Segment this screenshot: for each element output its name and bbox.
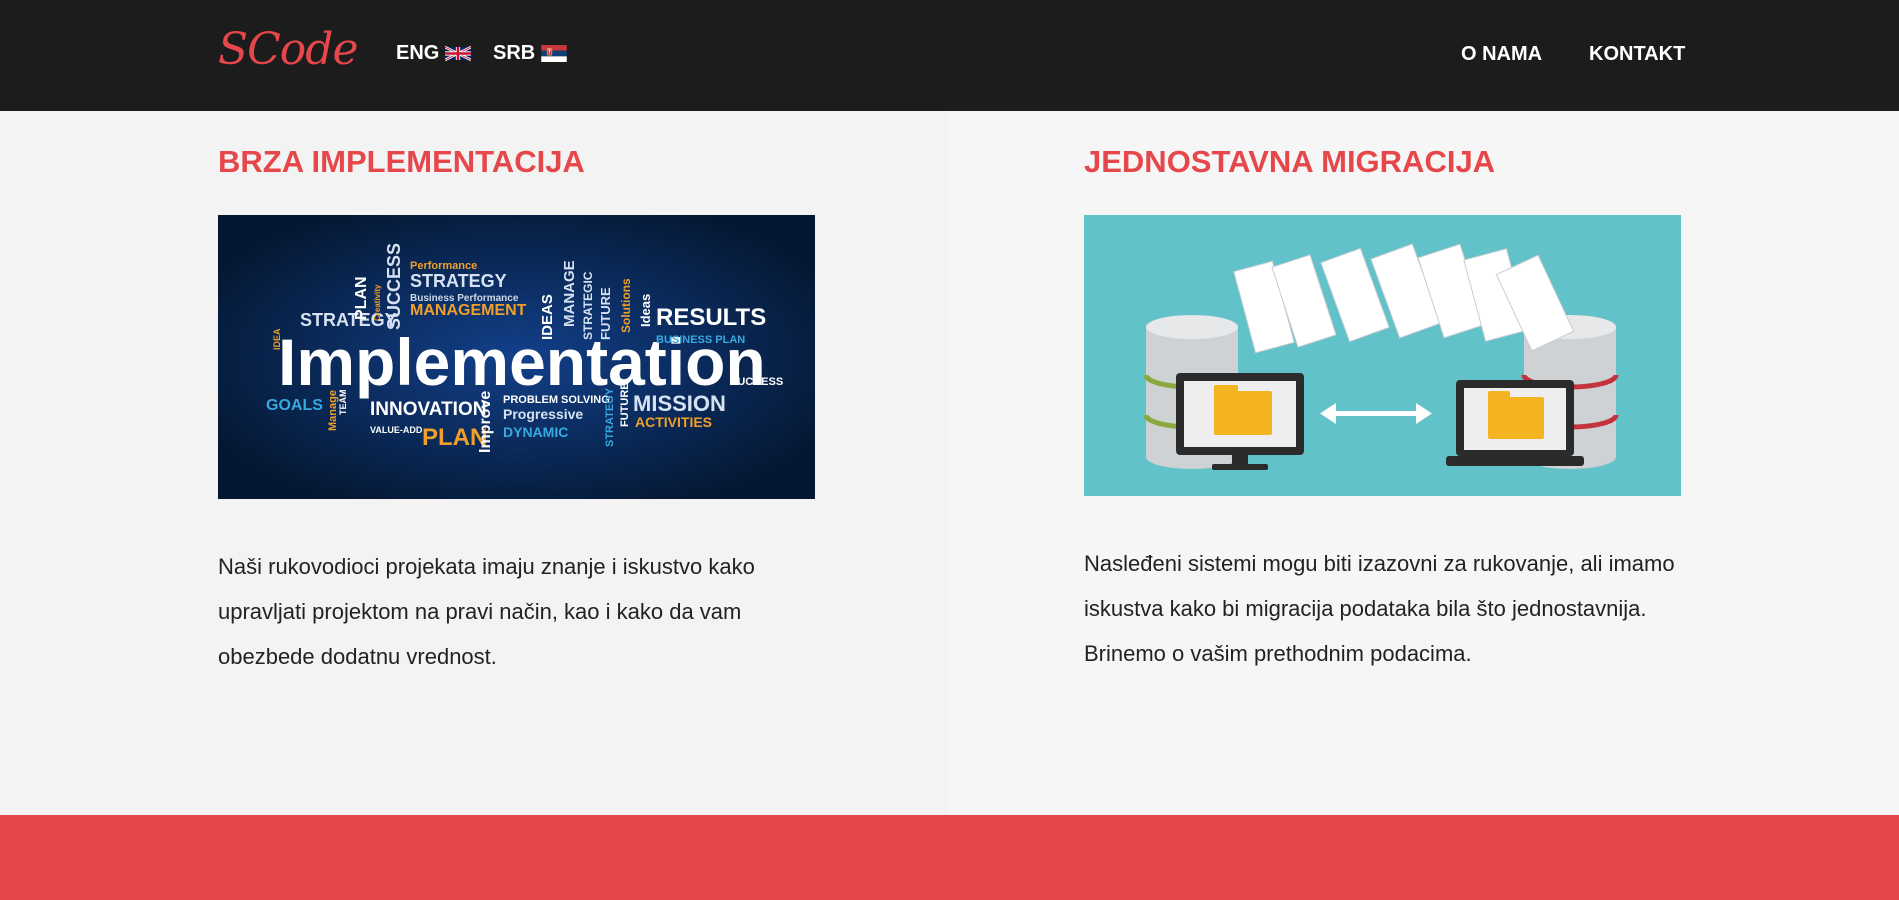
word-idea-vertical: IDEA bbox=[272, 328, 282, 350]
language-eng-label: ENG bbox=[396, 42, 440, 64]
word-future-vertical: FUTURE bbox=[598, 287, 613, 340]
word-mission: MISSION bbox=[633, 391, 726, 416]
top-navbar: SCode ENG SRB O NAMA KONTAKT bbox=[0, 0, 1899, 111]
word-management: MANAGEMENT bbox=[410, 302, 527, 319]
word-innovation: INNOVATION bbox=[370, 399, 486, 420]
serbia-flag-icon bbox=[541, 45, 567, 62]
word-ideas2-vertical: Ideas bbox=[638, 294, 653, 327]
language-srb-label: SRB bbox=[493, 42, 536, 64]
word-progressive: Progressive bbox=[503, 406, 583, 422]
word-improve-vertical: Improve bbox=[477, 391, 494, 453]
word-strategy-vertical: STRATEGY bbox=[604, 387, 616, 447]
word-team-vertical: TEAM bbox=[338, 390, 348, 416]
word-future2-vertical: FUTURE bbox=[619, 382, 631, 427]
word-ideas-vertical: IDEAS bbox=[539, 294, 556, 340]
word-dynamic: DYNAMIC bbox=[503, 424, 568, 440]
word-business-performance: Business Performance bbox=[410, 293, 519, 304]
word-strategy-top: STRATEGY bbox=[410, 271, 507, 291]
word-success-vertical: SUCCESS bbox=[384, 243, 404, 330]
word-plan-vertical: PLAN bbox=[353, 276, 370, 320]
word-goals: GOALS bbox=[266, 397, 323, 414]
laptop-right-icon bbox=[1446, 380, 1584, 466]
word-success-right: SUCCESS bbox=[730, 376, 783, 388]
feature-text-implementation: Naši rukovodioci projekata imaju znanje … bbox=[218, 554, 755, 669]
word-solutions-vertical: Solutions bbox=[619, 278, 633, 333]
word-problem-solving: PROBLEM SOLVING bbox=[503, 394, 610, 406]
data-migration-illustration bbox=[1084, 215, 1681, 496]
word-manage-vertical: MANAGE bbox=[561, 260, 578, 327]
implementation-word-cloud-image: Implementation MANAGEMENT STRATEGY Perfo… bbox=[218, 215, 815, 499]
language-eng-button[interactable]: ENG bbox=[396, 42, 472, 65]
word-business-plan: BUSINESS PLAN bbox=[656, 334, 745, 346]
word-activities: ACTIVITIES bbox=[635, 414, 712, 430]
feature-title-implementation: BRZA IMPLEMENTACIJA bbox=[218, 144, 585, 179]
word-value-add: VALUE-ADD bbox=[370, 425, 423, 435]
word-performance: Performance bbox=[410, 260, 477, 272]
uk-flag-icon bbox=[445, 45, 472, 62]
nav-about-link[interactable]: O NAMA bbox=[1461, 43, 1542, 66]
feature-title-migration: JEDNOSTAVNA MIGRACIJA bbox=[1084, 144, 1496, 179]
footer-band bbox=[0, 815, 1899, 900]
language-srb-button[interactable]: SRB bbox=[493, 42, 567, 65]
nav-contact-link[interactable]: KONTAKT bbox=[1589, 43, 1685, 66]
word-creativity-vertical: Creativity bbox=[373, 284, 382, 321]
word-strategy-left: STRATEGY bbox=[300, 310, 397, 330]
word-strategic-vertical: STRATEGIC bbox=[581, 271, 595, 340]
feature-text-migration: Nasleđeni sistemi mogu biti izazovni za … bbox=[1084, 551, 1675, 666]
word-results: RESULTS bbox=[656, 304, 766, 331]
logo[interactable]: SCode bbox=[218, 24, 359, 75]
